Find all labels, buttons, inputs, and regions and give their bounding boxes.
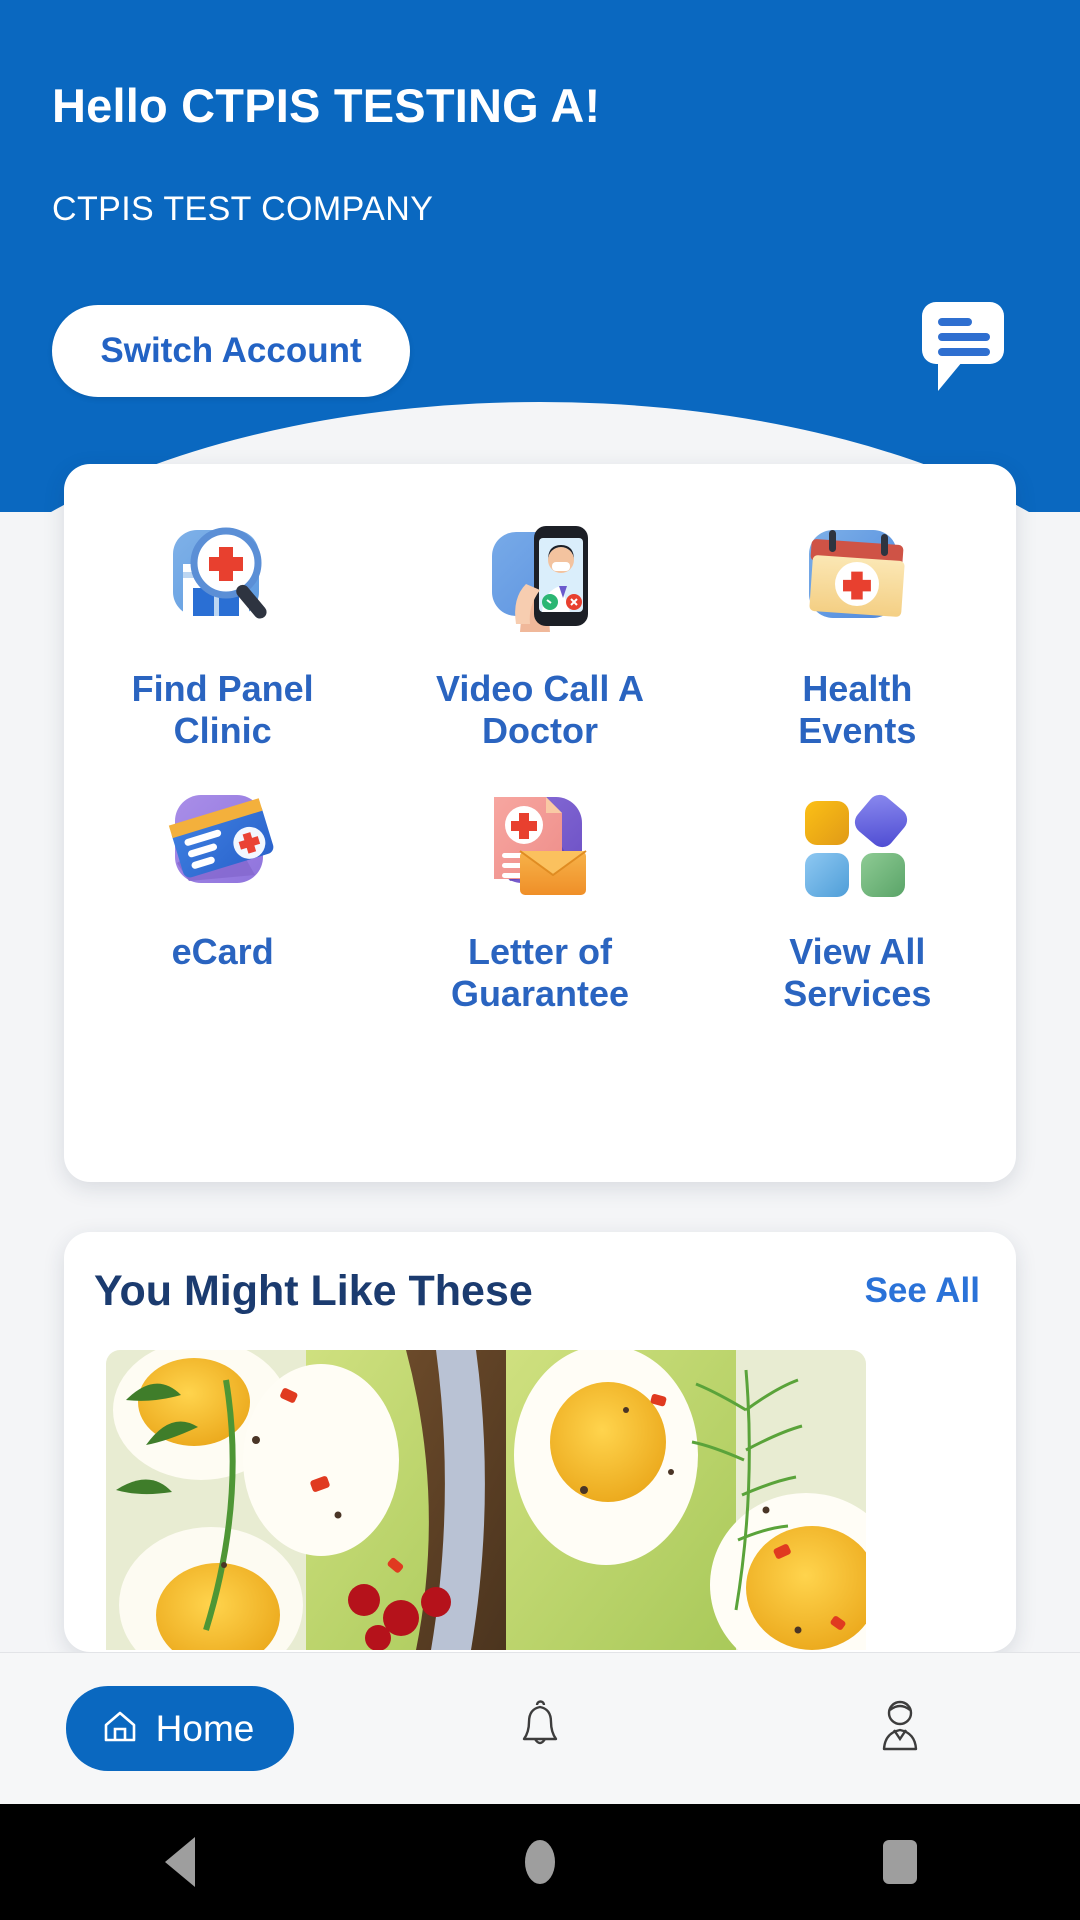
android-home-button[interactable] (360, 1840, 720, 1884)
letter-guarantee-icon (476, 783, 604, 905)
android-system-navigation (0, 1804, 1080, 1920)
app-screen: Hello CTPIS TESTING A! CTPIS TEST COMPAN… (0, 0, 1080, 1920)
service-tile-view-all-services[interactable]: View All Services (699, 771, 1016, 1016)
service-label: View All Services (783, 930, 932, 1015)
nav-label-home: Home (155, 1707, 255, 1749)
recents-square-icon (883, 1840, 917, 1884)
recommendations-header: You Might Like These See All (64, 1232, 1016, 1350)
header-banner: Hello CTPIS TESTING A! CTPIS TEST COMPAN… (0, 0, 1080, 512)
service-tile-ecard[interactable]: eCard (64, 771, 381, 1016)
service-tile-find-panel-clinic[interactable]: Find Panel Clinic (64, 508, 381, 753)
profile-icon[interactable] (877, 1699, 923, 1758)
bell-icon[interactable] (518, 1700, 562, 1757)
grid-apps-icon (793, 783, 921, 905)
nav-slot-home[interactable]: Home (0, 1686, 360, 1771)
service-label: Letter of Guarantee (450, 930, 630, 1015)
recommendations-card: You Might Like These See All (64, 1232, 1016, 1652)
service-tile-letter-of-guarantee[interactable]: Letter of Guarantee (381, 771, 698, 1016)
switch-account-button[interactable]: Switch Account (52, 305, 410, 397)
service-label: Video Call A Doctor (435, 668, 645, 752)
calendar-health-icon (793, 520, 921, 642)
service-tile-video-call-a-doctor[interactable]: Video Call A Doctor (381, 508, 698, 753)
greeting-text: Hello CTPIS TESTING A! (52, 79, 601, 132)
service-tile-health-events[interactable]: Health Events (699, 508, 1016, 753)
home-icon (100, 1706, 140, 1751)
android-back-button[interactable] (0, 1837, 360, 1887)
android-recents-button[interactable] (720, 1840, 1080, 1884)
services-grid: Find Panel Clinic Video Call A Doctor He… (64, 508, 1016, 1016)
back-triangle-icon (165, 1837, 195, 1887)
see-all-link[interactable]: See All (865, 1271, 980, 1311)
service-label: Find Panel Clinic (131, 668, 314, 752)
chat-bubble-icon[interactable] (908, 288, 1018, 393)
company-name: CTPIS TEST COMPANY (52, 190, 434, 228)
services-card: Find Panel Clinic Video Call A Doctor He… (64, 464, 1016, 1182)
nav-slot-profile[interactable] (720, 1699, 1080, 1758)
nav-slot-notifications[interactable] (360, 1700, 720, 1757)
video-doctor-icon (476, 520, 604, 642)
service-label: Health Events (798, 668, 917, 752)
clinic-search-icon (159, 520, 287, 642)
service-label: eCard (171, 930, 274, 972)
ecard-icon (159, 783, 287, 905)
home-circle-icon (525, 1840, 555, 1884)
section-title: You Might Like These (94, 1266, 533, 1315)
bottom-navigation: Home (0, 1652, 1080, 1804)
recommendation-image[interactable] (106, 1350, 866, 1650)
nav-item-home[interactable]: Home (65, 1686, 295, 1771)
